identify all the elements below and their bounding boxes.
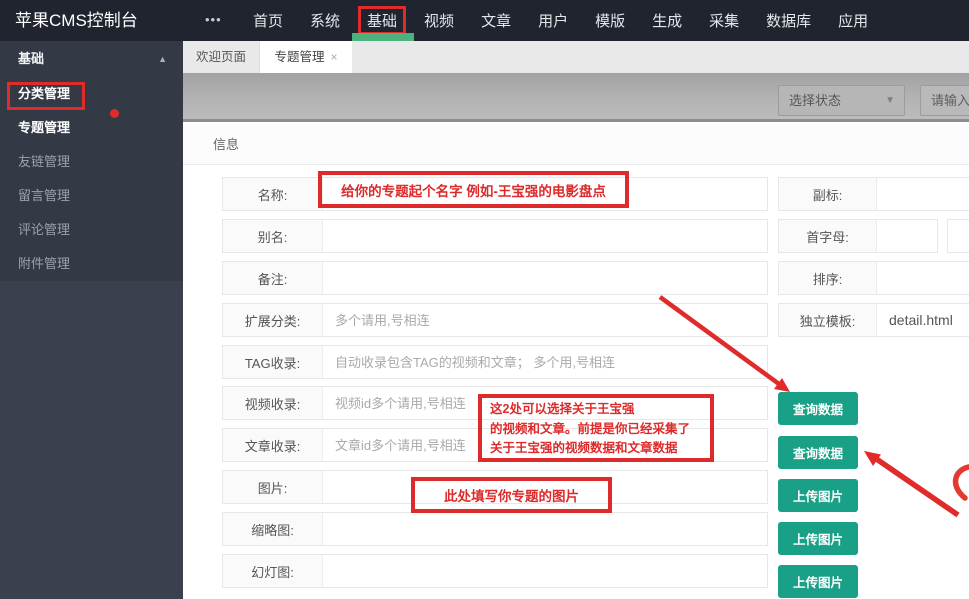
query-article-data-button[interactable]: 查询数据 (778, 436, 858, 469)
edge-red-doodle (956, 467, 969, 498)
top-menu: 首页 系统 基础 视频 文章 用户 模版 生成 采集 数据库 应用 (253, 0, 868, 41)
thumbnail-input[interactable] (323, 513, 767, 545)
subtitle-input[interactable] (877, 178, 969, 210)
form-row-remark: 备注: (222, 261, 768, 295)
status-select-value: 选择状态 (789, 93, 841, 108)
upload-image-button[interactable]: 上传图片 (778, 479, 858, 512)
sidebar-item-links[interactable]: 友链管理 (0, 145, 183, 179)
sidebar-group-basic[interactable]: 基础 ▲ (0, 41, 183, 77)
first-letter-input[interactable] (877, 220, 937, 252)
sidebar-item-topic[interactable]: 专题管理 (0, 111, 183, 145)
query-video-data-button[interactable]: 查询数据 (778, 392, 858, 425)
nav-item-collect[interactable]: 采集 (709, 10, 739, 31)
chevron-up-icon: ▲ (158, 41, 167, 77)
form-row-ext-category: 扩展分类: (222, 303, 768, 337)
annotation-line: 的视频和文章。前提是你已经采集了 (490, 420, 702, 440)
field-label: 视频收录: (223, 387, 323, 419)
nav-item-basic[interactable]: 基础 (358, 6, 406, 35)
sidebar: 基础 ▲ 分类管理 专题管理 友链管理 留言管理 评论管理 附件管理 (0, 41, 183, 599)
field-label: 排序: (779, 262, 877, 294)
sidebar-item-guestbook[interactable]: 留言管理 (0, 179, 183, 213)
annotation-box-category (7, 82, 85, 110)
ext-category-input[interactable] (323, 304, 767, 336)
field-label: 名称: (223, 178, 323, 210)
annotation-select-hint: 这2处可以选择关于王宝强 的视频和文章。前提是你已经采集了 关于王宝强的视频数据… (478, 394, 714, 462)
field-label: 文章收录: (223, 429, 323, 461)
annotation-line: 关于王宝强的视频数据和文章数据 (490, 439, 702, 459)
sidebar-empty-area (0, 281, 183, 599)
field-label: 图片: (223, 471, 323, 503)
nav-item-system[interactable]: 系统 (310, 10, 340, 31)
form-row-slide: 幻灯图: (222, 554, 768, 588)
nav-item-database[interactable]: 数据库 (766, 10, 811, 31)
close-icon[interactable]: × (331, 50, 338, 64)
form-row-thumbnail: 缩略图: (222, 512, 768, 546)
field-label: 首字母: (779, 220, 877, 252)
nav-item-user[interactable]: 用户 (538, 10, 568, 31)
annotation-dot (110, 109, 119, 118)
nav-item-generate[interactable]: 生成 (652, 10, 682, 31)
tag-input[interactable] (323, 346, 767, 378)
sort-input[interactable] (877, 262, 969, 294)
upload-thumbnail-button[interactable]: 上传图片 (778, 522, 858, 555)
field-label: 独立模板: (779, 304, 877, 336)
template-input[interactable] (877, 304, 969, 336)
top-navbar: 苹果CMS控制台 ••• 首页 系统 基础 视频 文章 用户 模版 生成 采集 … (0, 0, 969, 41)
search-input[interactable]: 请输入搜 (920, 85, 969, 116)
nav-item-video[interactable]: 视频 (424, 10, 454, 31)
nav-item-app[interactable]: 应用 (838, 10, 868, 31)
upload-slide-button[interactable]: 上传图片 (778, 565, 858, 598)
alias-input[interactable] (323, 220, 767, 252)
remark-input[interactable] (323, 262, 767, 294)
chevron-down-icon: ▼ (885, 86, 895, 115)
sidebar-item-comments[interactable]: 评论管理 (0, 213, 183, 247)
field-label: TAG收录: (223, 346, 323, 378)
arrow-to-second-query-button (864, 451, 958, 515)
sidebar-group-label: 基础 (18, 51, 44, 66)
nav-item-home[interactable]: 首页 (253, 10, 283, 31)
app-title: 苹果CMS控制台 (15, 0, 138, 41)
panel-header-info: 信息 (183, 125, 969, 165)
tab-topic-manage[interactable]: 专题管理 × (260, 41, 352, 73)
status-select[interactable]: 选择状态 ▼ (778, 85, 905, 116)
field-label: 缩略图: (223, 513, 323, 545)
nav-item-article[interactable]: 文章 (481, 10, 511, 31)
tab-welcome[interactable]: 欢迎页面 (183, 41, 260, 73)
form-row-first-letter: 首字母: (778, 219, 938, 253)
annotation-image-hint: 此处填写你专题的图片 (411, 477, 612, 513)
form-row-alias: 别名: (222, 219, 768, 253)
truncated-control-box[interactable] (947, 219, 969, 253)
field-label: 扩展分类: (223, 304, 323, 336)
active-nav-underline (352, 33, 414, 41)
nav-item-template[interactable]: 模版 (595, 10, 625, 31)
tab-topic-label: 专题管理 (274, 50, 324, 64)
annotation-line: 这2处可以选择关于王宝强 (490, 400, 702, 420)
more-menu-icon[interactable]: ••• (205, 0, 222, 39)
form-row-template: 独立模板: (778, 303, 969, 337)
field-label: 幻灯图: (223, 555, 323, 587)
form-row-subtitle: 副标: (778, 177, 969, 211)
field-label: 备注: (223, 262, 323, 294)
slide-input[interactable] (323, 555, 767, 587)
annotation-name-hint: 给你的专题起个名字 例如-王宝强的电影盘点 (318, 171, 629, 208)
field-label: 副标: (779, 178, 877, 210)
field-label: 别名: (223, 220, 323, 252)
form-row-sort: 排序: (778, 261, 969, 295)
form-row-tag: TAG收录: (222, 345, 768, 379)
sidebar-item-attachments[interactable]: 附件管理 (0, 247, 183, 281)
tab-bar: 欢迎页面 专题管理 × (183, 41, 969, 73)
